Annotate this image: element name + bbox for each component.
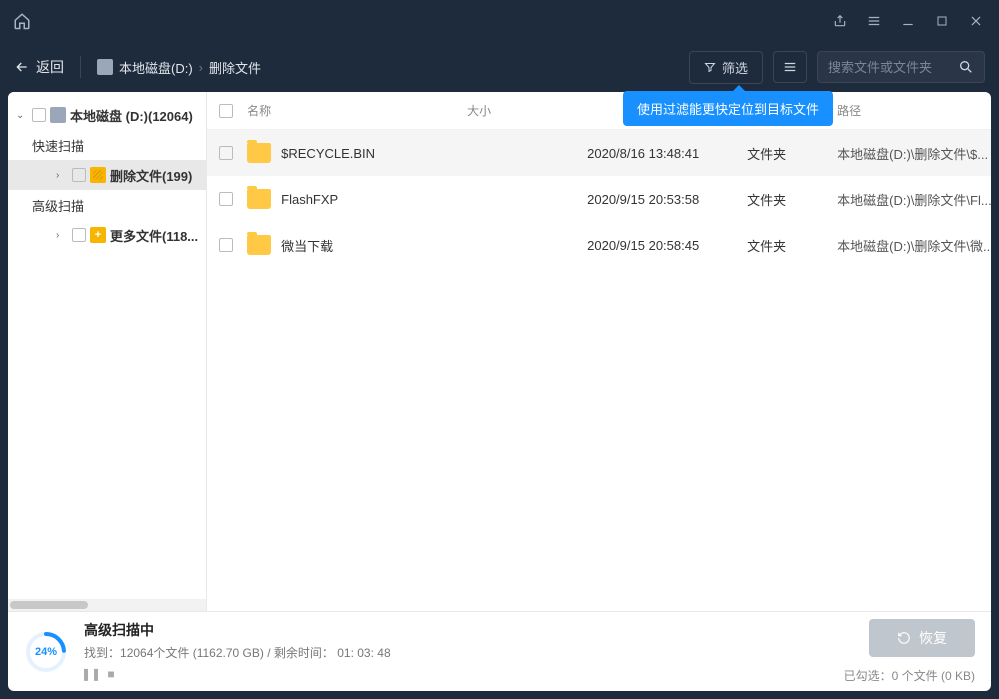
filter-label: 筛选 (722, 58, 748, 77)
folder-icon (247, 235, 271, 255)
selected-info: 已勾选：0 个文件 (0 KB) (844, 667, 975, 684)
recover-button[interactable]: 恢复 (869, 619, 975, 657)
status-prefix: 找到： (84, 646, 120, 660)
search-box (817, 51, 985, 83)
column-name[interactable]: 名称 (247, 102, 467, 119)
status-sep: / (264, 646, 274, 660)
stop-button[interactable]: ■ (104, 665, 118, 683)
status-bar: 24% 高级扫描中 找到：12064个文件 (1162.70 GB) / 剩余时… (8, 611, 991, 691)
tree-more-label: 更多文件(118... (110, 226, 198, 245)
file-name: $RECYCLE.BIN (281, 146, 467, 161)
filter-button[interactable]: 筛选 (689, 51, 763, 84)
file-path: 本地磁盘(D:)\删除文件\$... (837, 144, 991, 163)
tree-root-label: 本地磁盘 (D:)(12064) (70, 106, 193, 125)
file-path: 本地磁盘(D:)\删除文件\微... (837, 236, 991, 255)
scrollbar-thumb[interactable] (10, 601, 88, 609)
file-list: 名称 大小 路径 $RECYCLE.BIN 2020/8/16 13:48:41… (207, 92, 991, 611)
disk-icon (97, 59, 113, 75)
main-area: ⌄ 本地磁盘 (D:)(12064) 快速扫描 › 删除文件(199) 高级扫描… (8, 92, 991, 611)
status-remain-value: 01: 03: 48 (334, 646, 391, 660)
file-row[interactable]: FlashFXP 2020/9/15 20:53:58 文件夹 本地磁盘(D:)… (207, 176, 991, 222)
file-date: 2020/8/16 13:48:41 (587, 146, 747, 161)
progress-ring: 24% (24, 630, 68, 674)
toolbar: 返回 本地磁盘(D:) › 删除文件 筛选 使用过滤能更快定位到目标文件 (0, 42, 999, 92)
recover-label: 恢复 (919, 628, 947, 648)
file-type: 文件夹 (747, 236, 837, 255)
file-date: 2020/9/15 20:58:45 (587, 238, 747, 253)
maximize-button[interactable] (927, 6, 957, 36)
tree-quick-scan-label: 快速扫描 (32, 136, 84, 155)
file-date: 2020/9/15 20:53:58 (587, 192, 747, 207)
folder-icon (247, 143, 271, 163)
status-text: 高级扫描中 找到：12064个文件 (1162.70 GB) / 剩余时间： 0… (84, 620, 391, 683)
titlebar (0, 0, 999, 42)
checkbox[interactable] (219, 238, 233, 252)
status-files: 12064个文件 (1162.70 GB) (120, 646, 264, 660)
breadcrumb-current: 删除文件 (209, 58, 261, 77)
chevron-right-icon[interactable]: › (56, 230, 68, 241)
tree-root[interactable]: ⌄ 本地磁盘 (D:)(12064) (8, 100, 206, 130)
chevron-down-icon[interactable]: ⌄ (16, 110, 28, 121)
share-icon[interactable] (825, 6, 855, 36)
checkbox[interactable] (32, 108, 46, 122)
status-title: 高级扫描中 (84, 620, 391, 640)
back-label: 返回 (36, 57, 64, 77)
file-type: 文件夹 (747, 144, 837, 163)
back-button[interactable]: 返回 (14, 57, 64, 77)
disk-icon (50, 107, 66, 123)
search-button[interactable] (948, 51, 984, 83)
select-all-checkbox[interactable] (219, 104, 233, 118)
file-row[interactable]: 微当下载 2020/9/15 20:58:45 文件夹 本地磁盘(D:)\删除文… (207, 222, 991, 268)
search-input[interactable] (818, 60, 948, 75)
checkbox[interactable] (219, 146, 233, 160)
column-size[interactable]: 大小 (467, 102, 587, 119)
folder-icon (247, 189, 271, 209)
tree-more-files[interactable]: › 更多文件(118... (8, 220, 206, 250)
file-name: FlashFXP (281, 192, 467, 207)
status-detail: 找到：12064个文件 (1162.70 GB) / 剩余时间： 01: 03:… (84, 644, 391, 661)
tree-deep-scan[interactable]: 高级扫描 (8, 190, 206, 220)
tree-deleted-label: 删除文件(199) (110, 166, 192, 185)
checkbox[interactable] (72, 228, 86, 242)
chevron-right-icon[interactable]: › (56, 170, 68, 181)
tree-quick-scan[interactable]: 快速扫描 (8, 130, 206, 160)
checkbox[interactable] (72, 168, 86, 182)
file-list-header: 名称 大小 路径 (207, 92, 991, 130)
menu-icon[interactable] (859, 6, 889, 36)
sidebar-scrollbar[interactable] (8, 599, 206, 611)
home-icon[interactable] (8, 7, 36, 35)
filter-tooltip: 使用过滤能更快定位到目标文件 (623, 91, 833, 126)
file-type: 文件夹 (747, 190, 837, 209)
file-name: 微当下载 (281, 236, 467, 255)
view-list-button[interactable] (773, 51, 807, 83)
column-path[interactable]: 路径 (837, 102, 991, 119)
status-remain-label: 剩余时间： (274, 646, 334, 660)
checkbox[interactable] (219, 192, 233, 206)
progress-percent: 24% (24, 630, 68, 674)
deleted-folder-icon (90, 167, 106, 183)
more-folder-icon (90, 227, 106, 243)
breadcrumb[interactable]: 本地磁盘(D:) › 删除文件 (97, 58, 261, 77)
file-path: 本地磁盘(D:)\删除文件\Fl... (837, 190, 991, 209)
pause-button[interactable]: ❚❚ (84, 665, 98, 683)
close-button[interactable] (961, 6, 991, 36)
sidebar: ⌄ 本地磁盘 (D:)(12064) 快速扫描 › 删除文件(199) 高级扫描… (8, 92, 207, 611)
divider (80, 56, 81, 78)
chevron-right-icon: › (199, 60, 203, 75)
file-row[interactable]: $RECYCLE.BIN 2020/8/16 13:48:41 文件夹 本地磁盘… (207, 130, 991, 176)
breadcrumb-disk: 本地磁盘(D:) (119, 58, 193, 77)
tree-deleted-files[interactable]: › 删除文件(199) (8, 160, 206, 190)
minimize-button[interactable] (893, 6, 923, 36)
tree-deep-scan-label: 高级扫描 (32, 196, 84, 215)
